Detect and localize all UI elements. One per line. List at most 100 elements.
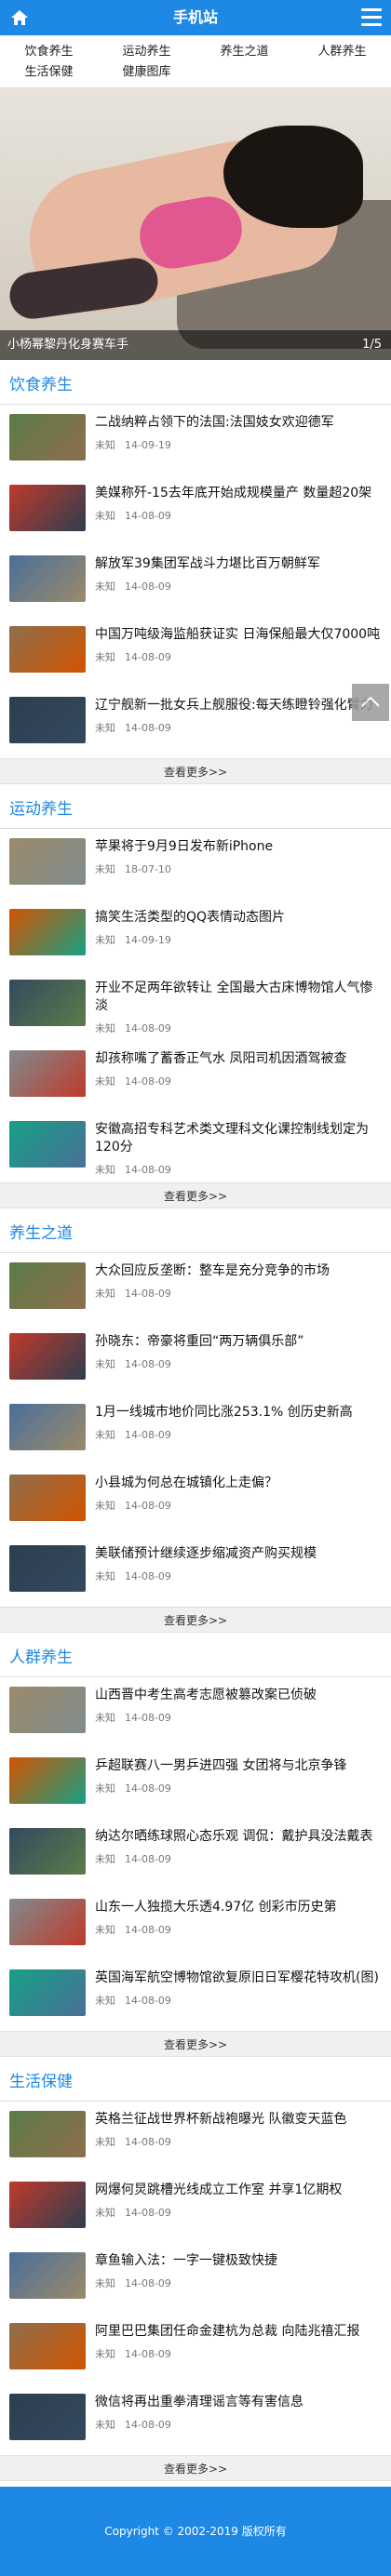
nav-item-diet[interactable]: 饮食养生 <box>0 42 98 62</box>
banner-title[interactable]: 小杨幂黎丹化身赛车手 <box>7 338 128 352</box>
list-item[interactable]: 中国万吨级海监船获证实 日海保船最大仅7000吨 未知 14-08-09 <box>0 617 391 687</box>
news-meta: 未知 14-08-09 <box>95 1922 382 1937</box>
news-title-link[interactable]: 开业不足两年欲转让 全国最大古床博物馆人气惨淡 <box>95 980 382 1015</box>
news-thumbnail[interactable] <box>9 1404 86 1450</box>
news-date: 14-08-09 <box>125 1570 171 1582</box>
list-item[interactable]: 搞笑生活类型的QQ表情动态图片 未知 14-09-19 <box>0 900 391 970</box>
news-title-link[interactable]: 1月一线城市地价同比涨253.1% 创历史新高 <box>95 1404 382 1421</box>
news-thumbnail[interactable] <box>9 1969 86 2016</box>
list-item[interactable]: 微信将再出重拳清理谣言等有害信息 未知 14-08-09 <box>0 2384 391 2455</box>
list-item[interactable]: 孙晓东：帝豪将重回“两万辆俱乐部” 未知 14-08-09 <box>0 1324 391 1395</box>
news-title-link[interactable]: 解放军39集团军战斗力堪比百万朝鲜军 <box>95 555 382 573</box>
list-item[interactable]: 小县城为何总在城镇化上走偏？ 未知 14-08-09 <box>0 1465 391 1536</box>
banner-slider[interactable]: 小杨幂黎丹化身赛车手 1/5 <box>0 88 391 360</box>
news-thumbnail[interactable] <box>9 1828 86 1875</box>
news-title-link[interactable]: 美联储预计继续逐步缩减资产购买规模 <box>95 1545 382 1563</box>
chevron-up-icon <box>361 696 380 707</box>
list-item[interactable]: 1月一线城市地价同比涨253.1% 创历史新高 未知 14-08-09 <box>0 1395 391 1465</box>
list-item[interactable]: 网爆何炅跳槽光线成立工作室 并享1亿期权 未知 14-08-09 <box>0 2172 391 2243</box>
list-item[interactable]: 苹果将于9月9日发布新iPhone 未知 18-07-10 <box>0 829 391 900</box>
news-title-link[interactable]: 山西晋中考生高考志愿被篡改案已侦破 <box>95 1687 382 1704</box>
nav-item-people[interactable]: 人群养生 <box>293 42 391 62</box>
view-more-link[interactable]: 查看更多>> <box>0 758 391 784</box>
list-item[interactable]: 纳达尔晒练球照心态乐观 调侃：戴护具没法戴表 未知 14-08-09 <box>0 1819 391 1889</box>
back-to-top-button[interactable] <box>352 684 389 721</box>
news-date: 14-08-09 <box>125 1995 171 2007</box>
list-item[interactable]: 却孩称嘴了蓄香正气水 凤阳司机因酒驾被查 未知 14-08-09 <box>0 1041 391 1112</box>
list-item[interactable]: 开业不足两年欲转让 全国最大古床博物馆人气惨淡 未知 14-08-09 <box>0 970 391 1041</box>
list-item[interactable]: 二战纳粹占领下的法国:法国妓女欢迎德军 未知 14-09-19 <box>0 405 391 475</box>
news-thumbnail[interactable] <box>9 1121 86 1168</box>
news-thumbnail[interactable] <box>9 2182 86 2228</box>
list-item[interactable]: 英国海军航空博物馆欲复原旧日军樱花特攻机(图) 未知 14-08-09 <box>0 1960 391 2031</box>
list-item[interactable]: 美媒称歼-15去年底开始成规模量产 数量超20架 未知 14-08-09 <box>0 475 391 546</box>
news-title-link[interactable]: 网爆何炅跳槽光线成立工作室 并享1亿期权 <box>95 2182 382 2199</box>
view-more-link[interactable]: 查看更多>> <box>0 2455 391 2481</box>
news-title-link[interactable]: 二战纳粹占领下的法国:法国妓女欢迎德军 <box>95 414 382 432</box>
list-item[interactable]: 章鱼输入法：一字一键极致快捷 未知 14-08-09 <box>0 2243 391 2314</box>
news-thumbnail[interactable] <box>9 697 86 743</box>
news-title-link[interactable]: 纳达尔晒练球照心态乐观 调侃：戴护具没法戴表 <box>95 1828 382 1846</box>
news-title-link[interactable]: 乒超联赛八一男乒进四强 女团将与北京争锋 <box>95 1757 382 1775</box>
news-thumbnail[interactable] <box>9 626 86 673</box>
news-thumbnail[interactable] <box>9 485 86 531</box>
list-item[interactable]: 乒超联赛八一男乒进四强 女团将与北京争锋 未知 14-08-09 <box>0 1748 391 1819</box>
list-item[interactable]: 辽宁舰新一批女兵上舰服役:每天练瞪铃强化臂力 未知 14-08-09 <box>0 687 391 758</box>
list-item[interactable]: 大众回应反垄断：整车是充分竞争的市场 未知 14-08-09 <box>0 1253 391 1324</box>
list-item[interactable]: 安徽高招专科艺术类文理科文化课控制线划定为120分 未知 14-08-09 <box>0 1112 391 1182</box>
home-icon[interactable] <box>9 7 30 28</box>
list-item[interactable]: 英格兰征战世界杯新战袍曝光 队徽变天蓝色 未知 14-08-09 <box>0 2102 391 2172</box>
news-thumbnail[interactable] <box>9 2394 86 2440</box>
news-thumbnail[interactable] <box>9 1262 86 1309</box>
nav-item-sport[interactable]: 运动养生 <box>98 42 196 62</box>
news-thumbnail[interactable] <box>9 2111 86 2157</box>
news-title-link[interactable]: 微信将再出重拳清理谣言等有害信息 <box>95 2394 382 2411</box>
news-title-link[interactable]: 安徽高招专科艺术类文理科文化课控制线划定为120分 <box>95 1121 382 1156</box>
news-thumbnail[interactable] <box>9 1545 86 1592</box>
news-meta: 未知 14-08-09 <box>95 2417 382 2432</box>
news-title-link[interactable]: 苹果将于9月9日发布新iPhone <box>95 838 382 856</box>
news-thumbnail[interactable] <box>9 1687 86 1733</box>
list-item[interactable]: 阿里巴巴集团任命金建杭为总裁 向陆兆禧汇报 未知 14-08-09 <box>0 2314 391 2384</box>
nav-item-way[interactable]: 养生之道 <box>196 42 293 62</box>
news-title-link[interactable]: 阿里巴巴集团任命金建杭为总裁 向陆兆禧汇报 <box>95 2323 382 2341</box>
news-title-link[interactable]: 美媒称歼-15去年底开始成规模量产 数量超20架 <box>95 485 382 502</box>
news-title-link[interactable]: 大众回应反垄断：整车是充分竞争的市场 <box>95 1262 382 1280</box>
news-thumbnail[interactable] <box>9 1050 86 1097</box>
view-more-link[interactable]: 查看更多>> <box>0 2031 391 2057</box>
news-thumbnail[interactable] <box>9 414 86 460</box>
news-thumbnail[interactable] <box>9 1757 86 1804</box>
news-thumbnail[interactable] <box>9 1475 86 1521</box>
list-item[interactable]: 山东一人独揽大乐透4.97亿 创彩市历史第 未知 14-08-09 <box>0 1889 391 1960</box>
list-item[interactable]: 山西晋中考生高考志愿被篡改案已侦破 未知 14-08-09 <box>0 1677 391 1748</box>
news-title-link[interactable]: 却孩称嘴了蓄香正气水 凤阳司机因酒驾被查 <box>95 1050 382 1068</box>
news-thumbnail[interactable] <box>9 2323 86 2369</box>
news-title-link[interactable]: 英格兰征战世界杯新战袍曝光 队徽变天蓝色 <box>95 2111 382 2129</box>
view-more-link[interactable]: 查看更多>> <box>0 1182 391 1208</box>
news-title-link[interactable]: 搞笑生活类型的QQ表情动态图片 <box>95 909 382 927</box>
news-thumbnail[interactable] <box>9 1899 86 1945</box>
news-title-link[interactable]: 章鱼输入法：一字一键极致快捷 <box>95 2252 382 2270</box>
menu-icon[interactable] <box>361 8 382 27</box>
news-thumbnail[interactable] <box>9 555 86 602</box>
top-bar: 手机站 <box>0 0 391 35</box>
list-item[interactable]: 美联储预计继续逐步缩减资产购买规模 未知 14-08-09 <box>0 1536 391 1607</box>
nav-item-life[interactable]: 生活保健 <box>0 62 98 83</box>
nav-item-gallery[interactable]: 健康图库 <box>98 62 196 83</box>
news-thumbnail[interactable] <box>9 2252 86 2299</box>
content-sections: 饮食养生 二战纳粹占领下的法国:法国妓女欢迎德军 未知 14-09-19 美媒称歼-15… <box>0 366 391 2481</box>
news-thumbnail[interactable] <box>9 1333 86 1380</box>
news-title-link[interactable]: 英国海军航空博物馆欲复原旧日军樱花特攻机(图) <box>95 1969 382 1987</box>
news-title-link[interactable]: 辽宁舰新一批女兵上舰服役:每天练瞪铃强化臂力 <box>95 697 382 714</box>
news-title-link[interactable]: 中国万吨级海监船获证实 日海保船最大仅7000吨 <box>95 626 382 644</box>
view-more-link[interactable]: 查看更多>> <box>0 1607 391 1633</box>
news-title-link[interactable]: 山东一人独揽大乐透4.97亿 创彩市历史第 <box>95 1899 382 1916</box>
news-thumbnail[interactable] <box>9 909 86 955</box>
list-item[interactable]: 解放军39集团军战斗力堪比百万朝鲜军 未知 14-08-09 <box>0 546 391 617</box>
news-thumbnail[interactable] <box>9 980 86 1026</box>
site-title: 手机站 <box>172 8 218 26</box>
news-title-link[interactable]: 小县城为何总在城镇化上走偏？ <box>95 1475 382 1492</box>
news-thumbnail[interactable] <box>9 838 86 885</box>
news-title-link[interactable]: 孙晓东：帝豪将重回“两万辆俱乐部” <box>95 1333 382 1351</box>
news-meta: 未知 18-07-10 <box>95 861 382 876</box>
